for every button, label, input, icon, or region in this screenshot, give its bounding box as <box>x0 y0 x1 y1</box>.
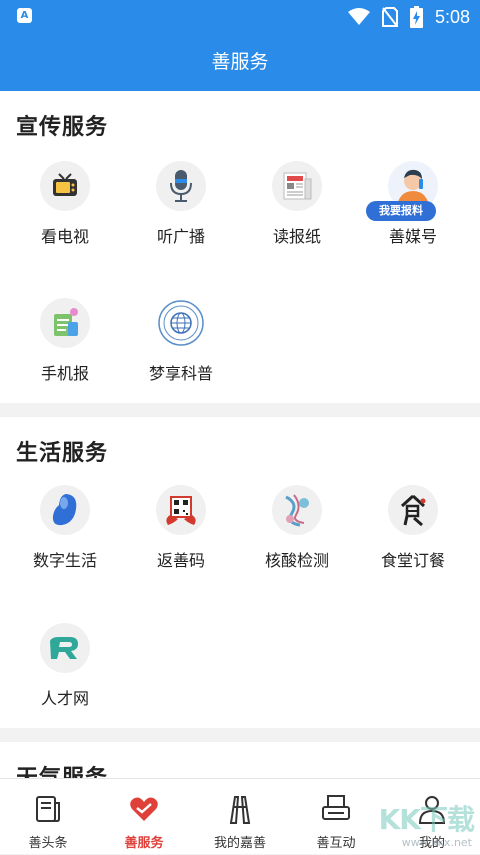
tab-my-jiashan[interactable]: 我的嘉善 <box>192 779 288 855</box>
item-label: 数字生活 <box>32 551 97 570</box>
item-label: 核酸检测 <box>264 551 329 570</box>
mobile-news-icon <box>40 298 90 348</box>
tab-services[interactable]: 善服务 <box>96 779 192 855</box>
mobile-news-item[interactable]: 手机报 <box>10 298 120 384</box>
item-label: 食堂订餐 <box>380 551 445 570</box>
talent-network-item[interactable]: 人才网 <box>10 623 120 709</box>
app-notification-icon: A <box>17 8 32 23</box>
tab-headlines[interactable]: 善头条 <box>0 779 96 855</box>
interaction-tab-icon <box>322 795 350 820</box>
page-title: 善服务 <box>211 51 269 73</box>
news-tab-icon <box>36 796 60 822</box>
status-bar: A 5:08 <box>0 0 480 33</box>
clock: 5:08 <box>434 6 470 27</box>
watermark-logo: KK下载 <box>378 803 475 836</box>
newspaper-icon <box>272 161 322 211</box>
landmark-tab-icon <box>229 796 251 824</box>
watch-tv-item[interactable]: 看电视 <box>10 161 120 247</box>
canteen-order-item[interactable]: 食堂订餐 <box>358 485 468 571</box>
tab-label: 善服务 <box>124 836 164 851</box>
wifi-icon <box>347 8 370 25</box>
section-title: 宣传服务 <box>16 115 109 140</box>
battery-charging-icon <box>409 6 423 28</box>
item-label: 梦享科普 <box>148 364 213 383</box>
canteen-icon <box>388 485 438 535</box>
item-label: 返善码 <box>156 551 205 570</box>
item-label: 人才网 <box>40 689 89 708</box>
tv-icon <box>40 161 90 211</box>
science-item[interactable]: 梦享科普 <box>126 298 236 384</box>
item-label: 读报纸 <box>272 227 321 246</box>
watermark: KK下载 www.kkx.net <box>358 798 478 854</box>
digital-life-item[interactable]: 数字生活 <box>10 485 120 571</box>
service-list[interactable]: 宣传服务 看电视 听广播 读报纸 我要报料 善媒号 手机报 梦享科普 生活服务 … <box>0 91 480 778</box>
item-label: 听广播 <box>156 227 205 246</box>
item-label: 善媒号 <box>388 227 437 246</box>
tab-label: 我的嘉善 <box>213 836 266 851</box>
watermark-url: www.kkx.net <box>401 836 472 849</box>
nucleic-test-item[interactable]: 核酸检测 <box>242 485 352 571</box>
item-label: 看电视 <box>40 227 89 246</box>
heart-tab-icon <box>130 797 158 821</box>
weather-services-section: 天气服务 <box>0 742 480 778</box>
report-badge[interactable]: 我要报料 <box>366 201 436 221</box>
return-code-item[interactable]: 返善码 <box>126 485 236 571</box>
virus-test-icon <box>272 485 322 535</box>
microphone-icon <box>156 161 206 211</box>
section-title: 生活服务 <box>16 441 109 466</box>
talent-r-icon <box>40 623 90 673</box>
shanmei-account-item[interactable]: 我要报料 善媒号 <box>358 161 468 247</box>
science-emblem-icon <box>156 298 206 348</box>
item-label: 手机报 <box>40 364 89 383</box>
listen-radio-item[interactable]: 听广播 <box>126 161 236 247</box>
tab-label: 善头条 <box>28 836 68 851</box>
publicity-services-section: 宣传服务 看电视 听广播 读报纸 我要报料 善媒号 手机报 梦享科普 <box>0 91 480 403</box>
read-newspaper-item[interactable]: 读报纸 <box>242 161 352 247</box>
life-services-section: 生活服务 数字生活 返善码 核酸检测 食堂订餐 人才网 <box>0 417 480 728</box>
section-title: 天气服务 <box>16 760 108 778</box>
no-sim-icon <box>381 7 398 27</box>
blue-shape-icon <box>40 485 90 535</box>
qr-code-icon <box>156 485 206 535</box>
app-bar: 善服务 <box>0 33 480 91</box>
